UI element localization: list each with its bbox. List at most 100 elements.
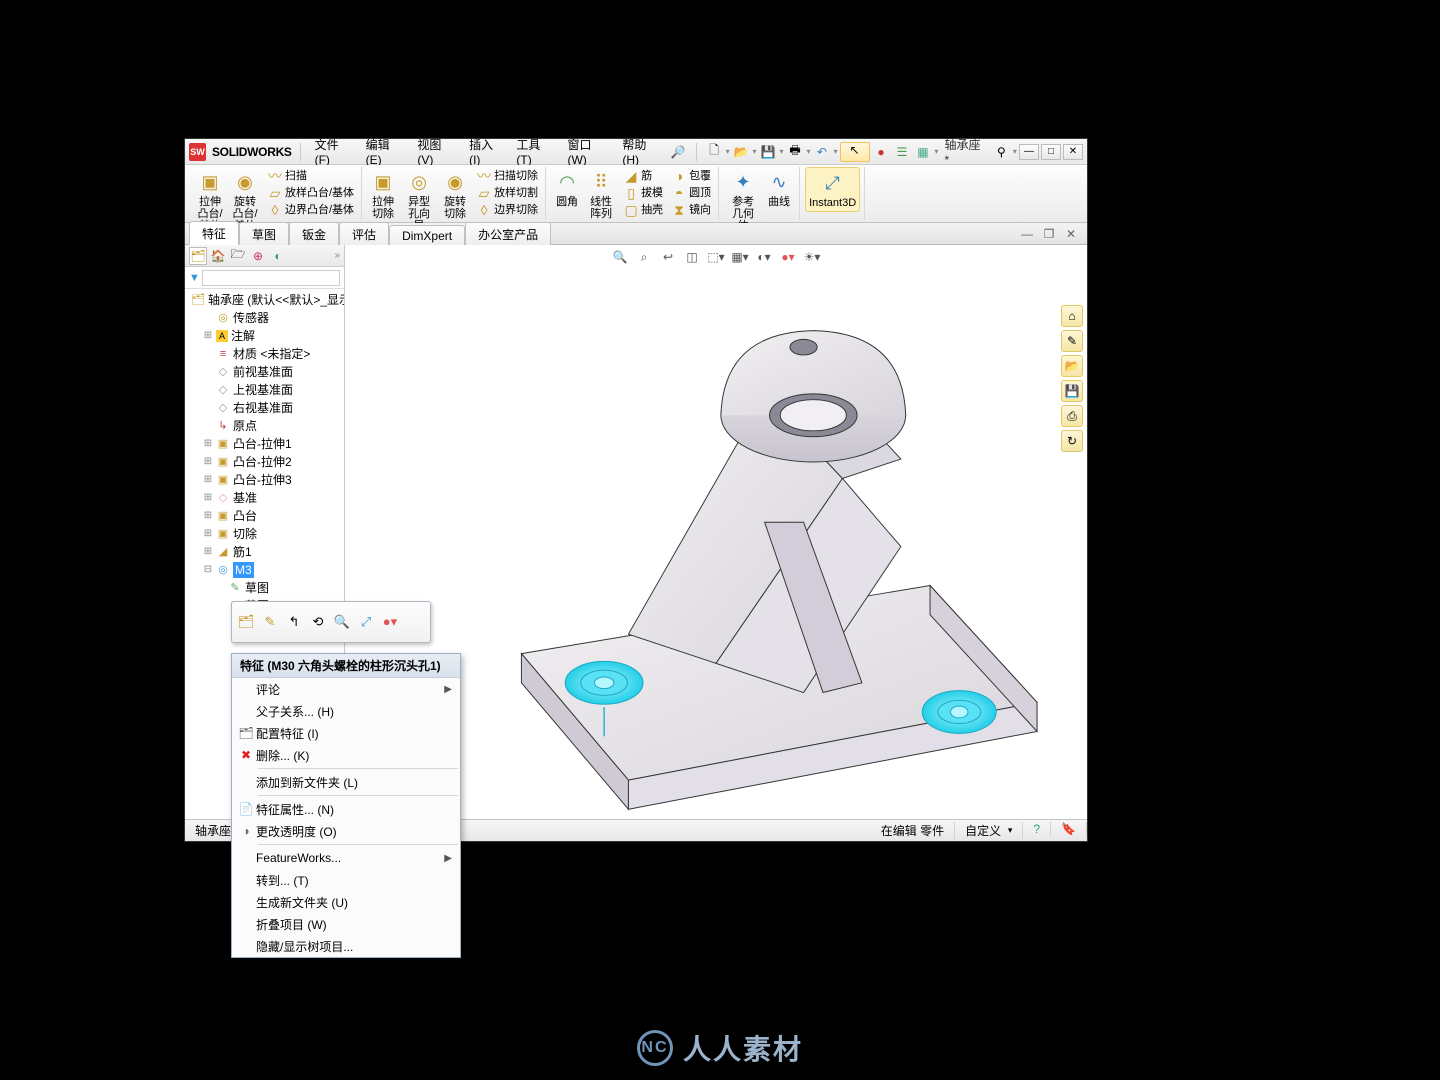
tab-sheetmetal[interactable]: 钣金 — [289, 222, 339, 245]
ctx-edit-sketch-icon[interactable]: ✎ — [262, 614, 278, 630]
status-custom[interactable]: 自定义 ▾ — [955, 822, 1023, 839]
rib-cut-revolve[interactable]: ◉旋转切除 — [439, 167, 471, 222]
rebuild-icon[interactable]: ● — [872, 142, 891, 162]
rib-curves[interactable]: ∿曲线 — [763, 167, 795, 210]
side-tab-property-icon[interactable]: 🏠 — [209, 247, 227, 265]
tree-extrude2[interactable]: ⊞▣凸台-拉伸2 — [185, 453, 344, 471]
select-icon[interactable]: ↖ — [840, 142, 870, 162]
tree-plane4[interactable]: ⊞◇基准 — [185, 489, 344, 507]
ctx-zoom-icon[interactable]: 🔍 — [334, 614, 350, 630]
menu-window[interactable]: 窗口(W) — [561, 134, 614, 169]
rib-shell[interactable]: ▢抽壳 — [619, 201, 666, 218]
tree-extrude5[interactable]: ⊞▣凸台 — [185, 507, 344, 525]
rib-instant3d[interactable]: ⤢Instant3D — [805, 167, 860, 212]
rib-cut-boundary[interactable]: ◊边界切除 — [472, 201, 541, 218]
prev-view-icon[interactable]: ↩ — [658, 247, 678, 267]
tab-dimxpert[interactable]: DimXpert — [389, 225, 465, 245]
display-style-icon[interactable]: ▦▾ — [730, 247, 750, 267]
window-close[interactable]: ✕ — [1063, 144, 1083, 160]
tree-annotations[interactable]: ⊞A注解 — [185, 327, 344, 345]
view-options-icon[interactable]: ▦ — [913, 142, 932, 162]
rib-loft[interactable]: ▱放样凸台/基体 — [263, 184, 357, 201]
rib-wrap[interactable]: ◑包覆 — [667, 167, 714, 184]
menu-file[interactable]: 文件(F) — [309, 134, 358, 169]
menu-view[interactable]: 视图(V) — [411, 134, 461, 169]
tree-material[interactable]: ≡材质 <未指定> — [185, 345, 344, 363]
appearance-icon[interactable]: ●▾ — [778, 247, 798, 267]
taskpane-home-icon[interactable]: ⌂ — [1061, 305, 1083, 327]
tree-rib1[interactable]: ⊞◢筋1 — [185, 543, 344, 561]
menu-insert[interactable]: 插入(I) — [463, 134, 508, 169]
ctx-collapse[interactable]: 折叠项目 (W) — [232, 913, 460, 935]
feature-filter-input[interactable] — [202, 270, 340, 286]
ctx-goto[interactable]: 转到... (T) — [232, 869, 460, 891]
tab-feature[interactable]: 特征 — [189, 221, 239, 245]
ctx-suppress-icon[interactable]: ↰ — [286, 614, 302, 630]
taskpane-appearances-icon[interactable]: ⎙ — [1061, 405, 1083, 427]
window-restore[interactable]: □ — [1041, 144, 1061, 160]
section-view-icon[interactable]: ◫ — [682, 247, 702, 267]
doc-min-icon[interactable]: — — [1017, 224, 1037, 244]
status-help-icon[interactable]: ? — [1023, 822, 1051, 836]
ctx-comment[interactable]: 评论▶ — [232, 678, 460, 700]
view-orient-icon[interactable]: ⬚▾ — [706, 247, 726, 267]
tree-selected-hole[interactable]: ⊟◎M3 — [185, 561, 344, 579]
tree-front-plane[interactable]: ◇前视基准面 — [185, 363, 344, 381]
hide-show-icon[interactable]: ◐▾ — [754, 247, 774, 267]
rib-boundary[interactable]: ◊边界凸台/基体 — [263, 201, 357, 218]
zoom-area-icon[interactable]: ⌕ — [634, 247, 654, 267]
scene-icon[interactable]: ☀▾ — [802, 247, 822, 267]
ctx-normal-to-icon[interactable]: ⤢ — [358, 614, 374, 630]
tree-sensors[interactable]: ◎传感器 — [185, 309, 344, 327]
tree-sel-sub1[interactable]: ✎草图 — [185, 579, 344, 597]
save-icon[interactable]: 💾 — [759, 142, 778, 162]
ctx-parent-child[interactable]: 父子关系... (H) — [232, 700, 460, 722]
taskpane-view-palette-icon[interactable]: 💾 — [1061, 380, 1083, 402]
rib-mirror[interactable]: ⧗镜向 — [667, 201, 714, 218]
menu-edit[interactable]: 编辑(E) — [360, 134, 410, 169]
ctx-featureworks[interactable]: FeatureWorks...▶ — [232, 847, 460, 869]
doc-close-icon[interactable]: ✕ — [1061, 224, 1081, 244]
ctx-add-to-folder[interactable]: 添加到新文件夹 (L) — [232, 771, 460, 793]
side-tab-feature-tree-icon[interactable]: 🗂 — [189, 247, 207, 265]
ctx-transparency[interactable]: ◑更改透明度 (O) — [232, 820, 460, 842]
tab-sketch[interactable]: 草图 — [239, 222, 289, 245]
tree-extrude1[interactable]: ⊞▣凸台-拉伸1 — [185, 435, 344, 453]
ctx-hide-show-tree[interactable]: 隐藏/显示树项目... — [232, 935, 460, 957]
window-minimize[interactable]: — — [1019, 144, 1039, 160]
tree-cut1[interactable]: ⊞▣切除 — [185, 525, 344, 543]
side-tab-display-icon[interactable]: ◐ — [269, 247, 287, 265]
ctx-rollback-icon[interactable]: ⟲ — [310, 614, 326, 630]
menu-help[interactable]: 帮助(H) — [616, 134, 666, 169]
tab-office[interactable]: 办公室产品 — [465, 222, 551, 245]
side-tab-dimxpert-icon[interactable]: ⊕ — [249, 247, 267, 265]
print-icon[interactable]: 🖶 — [786, 142, 805, 162]
rib-cut-extrude[interactable]: ▣拉伸切除 — [367, 167, 399, 222]
ctx-edit-feature-icon[interactable]: 🗂 — [238, 614, 254, 630]
tree-top-plane[interactable]: ◇上视基准面 — [185, 381, 344, 399]
status-tag-icon[interactable]: 🔖 — [1051, 822, 1087, 836]
zoom-fit-icon[interactable]: 🔍 — [610, 247, 630, 267]
tab-evaluate[interactable]: 评估 — [339, 222, 389, 245]
side-panel-expand-icon[interactable]: » — [334, 250, 340, 261]
rib-cut-sweep[interactable]: 〰扫描切除 — [472, 167, 541, 184]
open-icon[interactable]: 📂 — [732, 142, 751, 162]
rib-cut-loft[interactable]: ▱放样切割 — [472, 184, 541, 201]
doc-restore-icon[interactable]: ❐ — [1039, 224, 1059, 244]
taskpane-custom-props-icon[interactable]: ↻ — [1061, 430, 1083, 452]
rib-sweep[interactable]: 〰扫描 — [263, 167, 357, 184]
tree-origin[interactable]: ↳原点 — [185, 417, 344, 435]
search-icon[interactable]: 🔎 — [669, 142, 688, 162]
rib-draft[interactable]: ▯拔模 — [619, 184, 666, 201]
rib-rib[interactable]: ◢筋 — [619, 167, 666, 184]
ctx-new-folder[interactable]: 生成新文件夹 (U) — [232, 891, 460, 913]
rib-linear-pattern[interactable]: ⠿线性阵列 — [584, 167, 618, 222]
ctx-config-feature[interactable]: 🗂配置特征 (I) — [232, 722, 460, 744]
tree-extrude3[interactable]: ⊞▣凸台-拉伸3 — [185, 471, 344, 489]
new-icon[interactable]: 🗋 — [705, 142, 724, 162]
tree-right-plane[interactable]: ◇右视基准面 — [185, 399, 344, 417]
menu-tools[interactable]: 工具(T) — [510, 134, 559, 169]
taskpane-file-explorer-icon[interactable]: 📂 — [1061, 355, 1083, 377]
ctx-appearance-icon[interactable]: ●▾ — [382, 614, 398, 630]
options-icon[interactable]: ☰ — [892, 142, 911, 162]
